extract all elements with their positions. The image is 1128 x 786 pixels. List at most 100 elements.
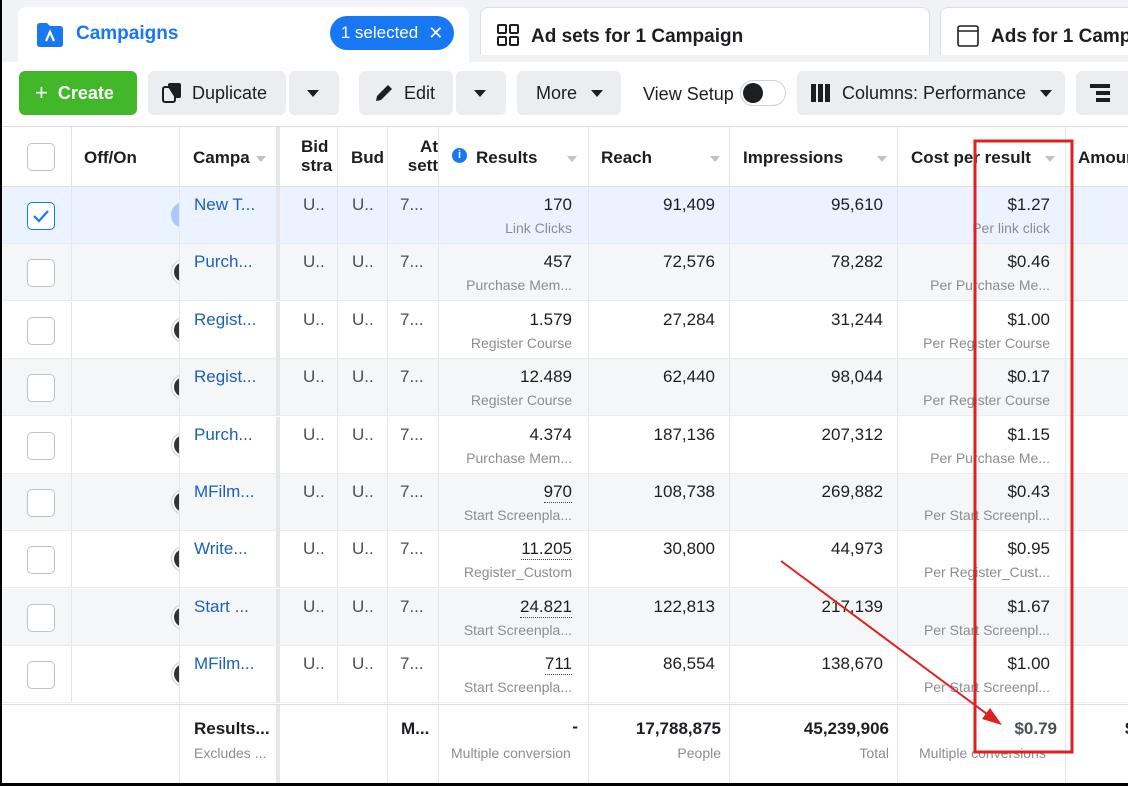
cost-per-result-type: Per Register Course (923, 334, 1050, 351)
breakdown-button[interactable] (1076, 71, 1128, 115)
campaign-status-toggle[interactable] (171, 259, 179, 286)
clear-selection-icon[interactable]: ✕ (428, 23, 443, 44)
row-checkbox[interactable] (27, 546, 55, 575)
edit-label: Edit (404, 82, 436, 103)
row-checkbox[interactable] (27, 661, 55, 690)
view-setup-toggle[interactable] (740, 80, 786, 106)
totals-amount-cell: $ (1066, 705, 1128, 783)
campaign-name-link[interactable]: Start ... (194, 597, 249, 617)
campaign-name-link[interactable]: Regist... (194, 310, 256, 330)
columns-icon (811, 84, 830, 102)
impressions-value: 207,312 (821, 424, 883, 444)
header-reach[interactable]: Reach (589, 127, 730, 186)
reach-value: 108,738 (653, 482, 715, 501)
duplicate-dropdown-button[interactable] (289, 71, 339, 115)
table-row[interactable]: Write... U.. U.. 7... 11.205 Register_Cu… (2, 531, 1128, 589)
row-results-cell: 12.489 Register Course (439, 359, 589, 416)
campaign-name-link[interactable]: New T... (194, 195, 255, 215)
row-checkbox[interactable] (27, 431, 55, 460)
table-row[interactable]: Regist... U.. U.. 7... 12.489 Register C… (2, 359, 1128, 417)
header-attribution[interactable]: At sett (388, 127, 439, 186)
tab-adsets[interactable]: Ad sets for 1 Campaign (480, 7, 930, 55)
header-offon-label: Off/On (84, 148, 137, 167)
table-row[interactable]: MFilm... U.. U.. 7... 711 Start Screenpl… (2, 646, 1128, 704)
row-amount-cell (1066, 474, 1128, 530)
results-value[interactable]: 24.821 (520, 597, 572, 618)
header-bid-strategy[interactable]: Bid stra (290, 127, 338, 186)
row-budget-cell: U.. (338, 359, 388, 416)
campaign-status-toggle[interactable] (171, 316, 179, 343)
impressions-value: 217,139 (821, 596, 883, 616)
campaign-name-link[interactable]: Regist... (194, 367, 256, 387)
cost-per-result-type: Per Start Screenpl... (923, 679, 1050, 696)
campaign-name-link[interactable]: MFilm... (194, 482, 254, 502)
campaign-status-toggle[interactable] (171, 661, 179, 688)
results-type: Start Screenpla... (463, 621, 572, 638)
row-checkbox[interactable] (27, 489, 55, 517)
impressions-value: 98,044 (831, 367, 883, 387)
results-value[interactable]: 711 (544, 654, 572, 676)
budget-value: U.. (352, 539, 374, 559)
campaign-name-link[interactable]: Purch... (194, 425, 253, 445)
campaign-status-toggle[interactable] (171, 431, 179, 458)
row-checkbox-cell (2, 187, 72, 243)
info-icon[interactable]: i (452, 148, 467, 163)
cost-per-result-value: $1.15 (1007, 424, 1050, 444)
edit-dropdown-button[interactable] (456, 71, 506, 115)
sort-caret-icon (567, 156, 577, 162)
sort-caret-icon (710, 156, 720, 162)
select-all-checkbox[interactable] (27, 143, 55, 171)
campaign-status-toggle[interactable] (171, 202, 179, 228)
table-row[interactable]: New T... U.. U.. 7... 170 Link Clicks 91… (2, 187, 1128, 244)
tab-ads[interactable]: Ads for 1 Camp (940, 7, 1128, 55)
row-checkbox[interactable] (27, 374, 55, 403)
campaign-folder-icon (37, 23, 63, 47)
row-campaign-cell: Purch... (180, 244, 280, 301)
table-row[interactable]: Start ... U.. U.. 7... 24.821 Start Scre… (2, 588, 1128, 646)
bid-strategy-value: U.. (303, 482, 325, 501)
results-value[interactable]: 11.205 (521, 539, 572, 561)
row-cost-cell: $1.00 Per Register Course (898, 301, 1066, 358)
row-toggle-cell (72, 474, 180, 530)
row-attr-cell: 7... (388, 474, 439, 530)
header-amount-spent[interactable]: Amour (1066, 127, 1128, 186)
ad-frame-icon (957, 25, 979, 47)
duplicate-button[interactable]: Duplicate (148, 71, 286, 115)
row-checkbox[interactable] (27, 316, 55, 345)
table-row[interactable]: Purch... U.. U.. 7... 457 Purchase Mem..… (2, 244, 1128, 302)
header-budget[interactable]: Bud (338, 127, 388, 186)
campaign-status-toggle[interactable] (171, 546, 179, 573)
table-row[interactable]: MFilm... U.. U.. 7... 970 Start Screenpl… (2, 474, 1128, 531)
row-results-cell: 11.205 Register_Custom (439, 531, 589, 588)
create-button[interactable]: + Create (19, 71, 137, 115)
header-campaign[interactable]: Campa (180, 127, 280, 186)
campaign-status-toggle[interactable] (171, 489, 179, 515)
budget-value: U.. (352, 596, 374, 616)
row-checkbox[interactable] (27, 603, 55, 632)
results-value[interactable]: 970 (543, 482, 572, 503)
header-impressions[interactable]: Impressions (730, 127, 898, 186)
row-checkbox[interactable] (27, 259, 55, 288)
row-campaign-cell: Regist... (180, 301, 280, 358)
campaign-name-link[interactable]: MFilm... (194, 654, 254, 674)
row-checkbox[interactable] (27, 202, 55, 230)
edit-button[interactable]: Edit (359, 71, 453, 115)
checkmark-icon (33, 210, 49, 223)
header-offon[interactable]: Off/On (72, 127, 180, 186)
more-button[interactable]: More (517, 71, 621, 115)
campaign-name-link[interactable]: Write... (194, 539, 248, 559)
campaign-status-toggle[interactable] (171, 374, 179, 401)
campaign-status-toggle[interactable] (171, 603, 179, 630)
header-campaign-label: Campa (193, 148, 250, 167)
row-results-cell: 4.374 Purchase Mem... (439, 416, 589, 473)
table-row[interactable]: Purch... U.. U.. 7... 4.374 Purchase Mem… (2, 416, 1128, 474)
bid-strategy-value: U.. (303, 654, 325, 674)
selected-pill[interactable]: 1 selected ✕ (330, 16, 454, 50)
totals-attr: M... (401, 719, 430, 738)
row-checkbox-cell (2, 531, 72, 588)
header-results[interactable]: i Results (439, 127, 589, 186)
table-row[interactable]: Regist... U.. U.. 7... 1.579 Register Co… (2, 301, 1128, 359)
campaign-name-link[interactable]: Purch... (194, 252, 253, 272)
header-cost-per-result[interactable]: Cost per result (898, 127, 1066, 186)
columns-button[interactable]: Columns: Performance (797, 71, 1065, 115)
